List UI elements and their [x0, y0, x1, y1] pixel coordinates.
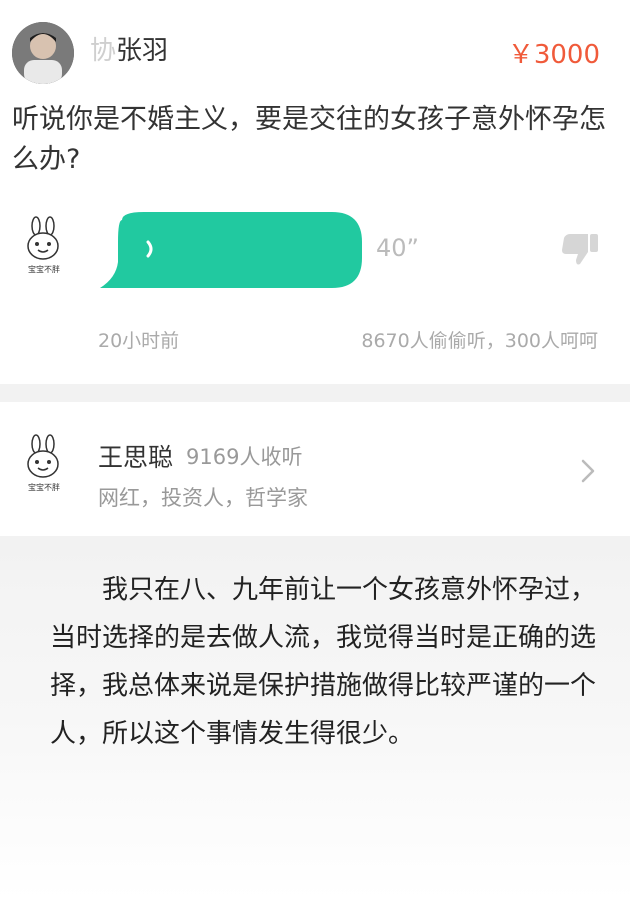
- asker-avatar[interactable]: [12, 22, 74, 84]
- voice-duration: 40”: [376, 234, 419, 262]
- asker-name[interactable]: 协张羽: [90, 30, 168, 67]
- listen-stats: 8670人偷偷听，300人呵呵: [361, 330, 598, 352]
- answer-text: 我只在八、九年前让一个女孩意外怀孕过，当时选择的是去做人流，我觉得当时是正确的选…: [50, 575, 597, 749]
- rabbit-sticker-icon: 宝宝不胖: [27, 434, 60, 492]
- sticker-caption: 宝宝不胖: [28, 482, 60, 492]
- question-text: 听说你是不婚主义，要是交往的女孩子意外怀孕怎么办?: [12, 104, 606, 175]
- listen-count: 9169人收听: [186, 445, 303, 469]
- answerer-tags: 网红，投资人，哲学家: [98, 486, 308, 510]
- answerer-avatar[interactable]: 宝宝不胖: [22, 434, 66, 494]
- asker-name-text: 张羽: [116, 36, 169, 66]
- answerer-name[interactable]: 王思聪: [98, 438, 173, 474]
- asker-name-blurred: 协: [90, 36, 117, 66]
- thumbs-down-icon[interactable]: [560, 232, 600, 266]
- time-ago: 20小时前: [98, 330, 180, 352]
- rabbit-sticker-icon: 宝宝不胖: [27, 216, 60, 274]
- voice-bubble[interactable]: [100, 212, 362, 288]
- section-divider: [0, 384, 630, 402]
- answerer-small-avatar[interactable]: 宝宝不胖: [22, 216, 66, 276]
- chevron-right-icon[interactable]: [580, 458, 596, 484]
- sticker-caption: 宝宝不胖: [28, 264, 60, 274]
- price-badge: ￥3000: [507, 40, 600, 70]
